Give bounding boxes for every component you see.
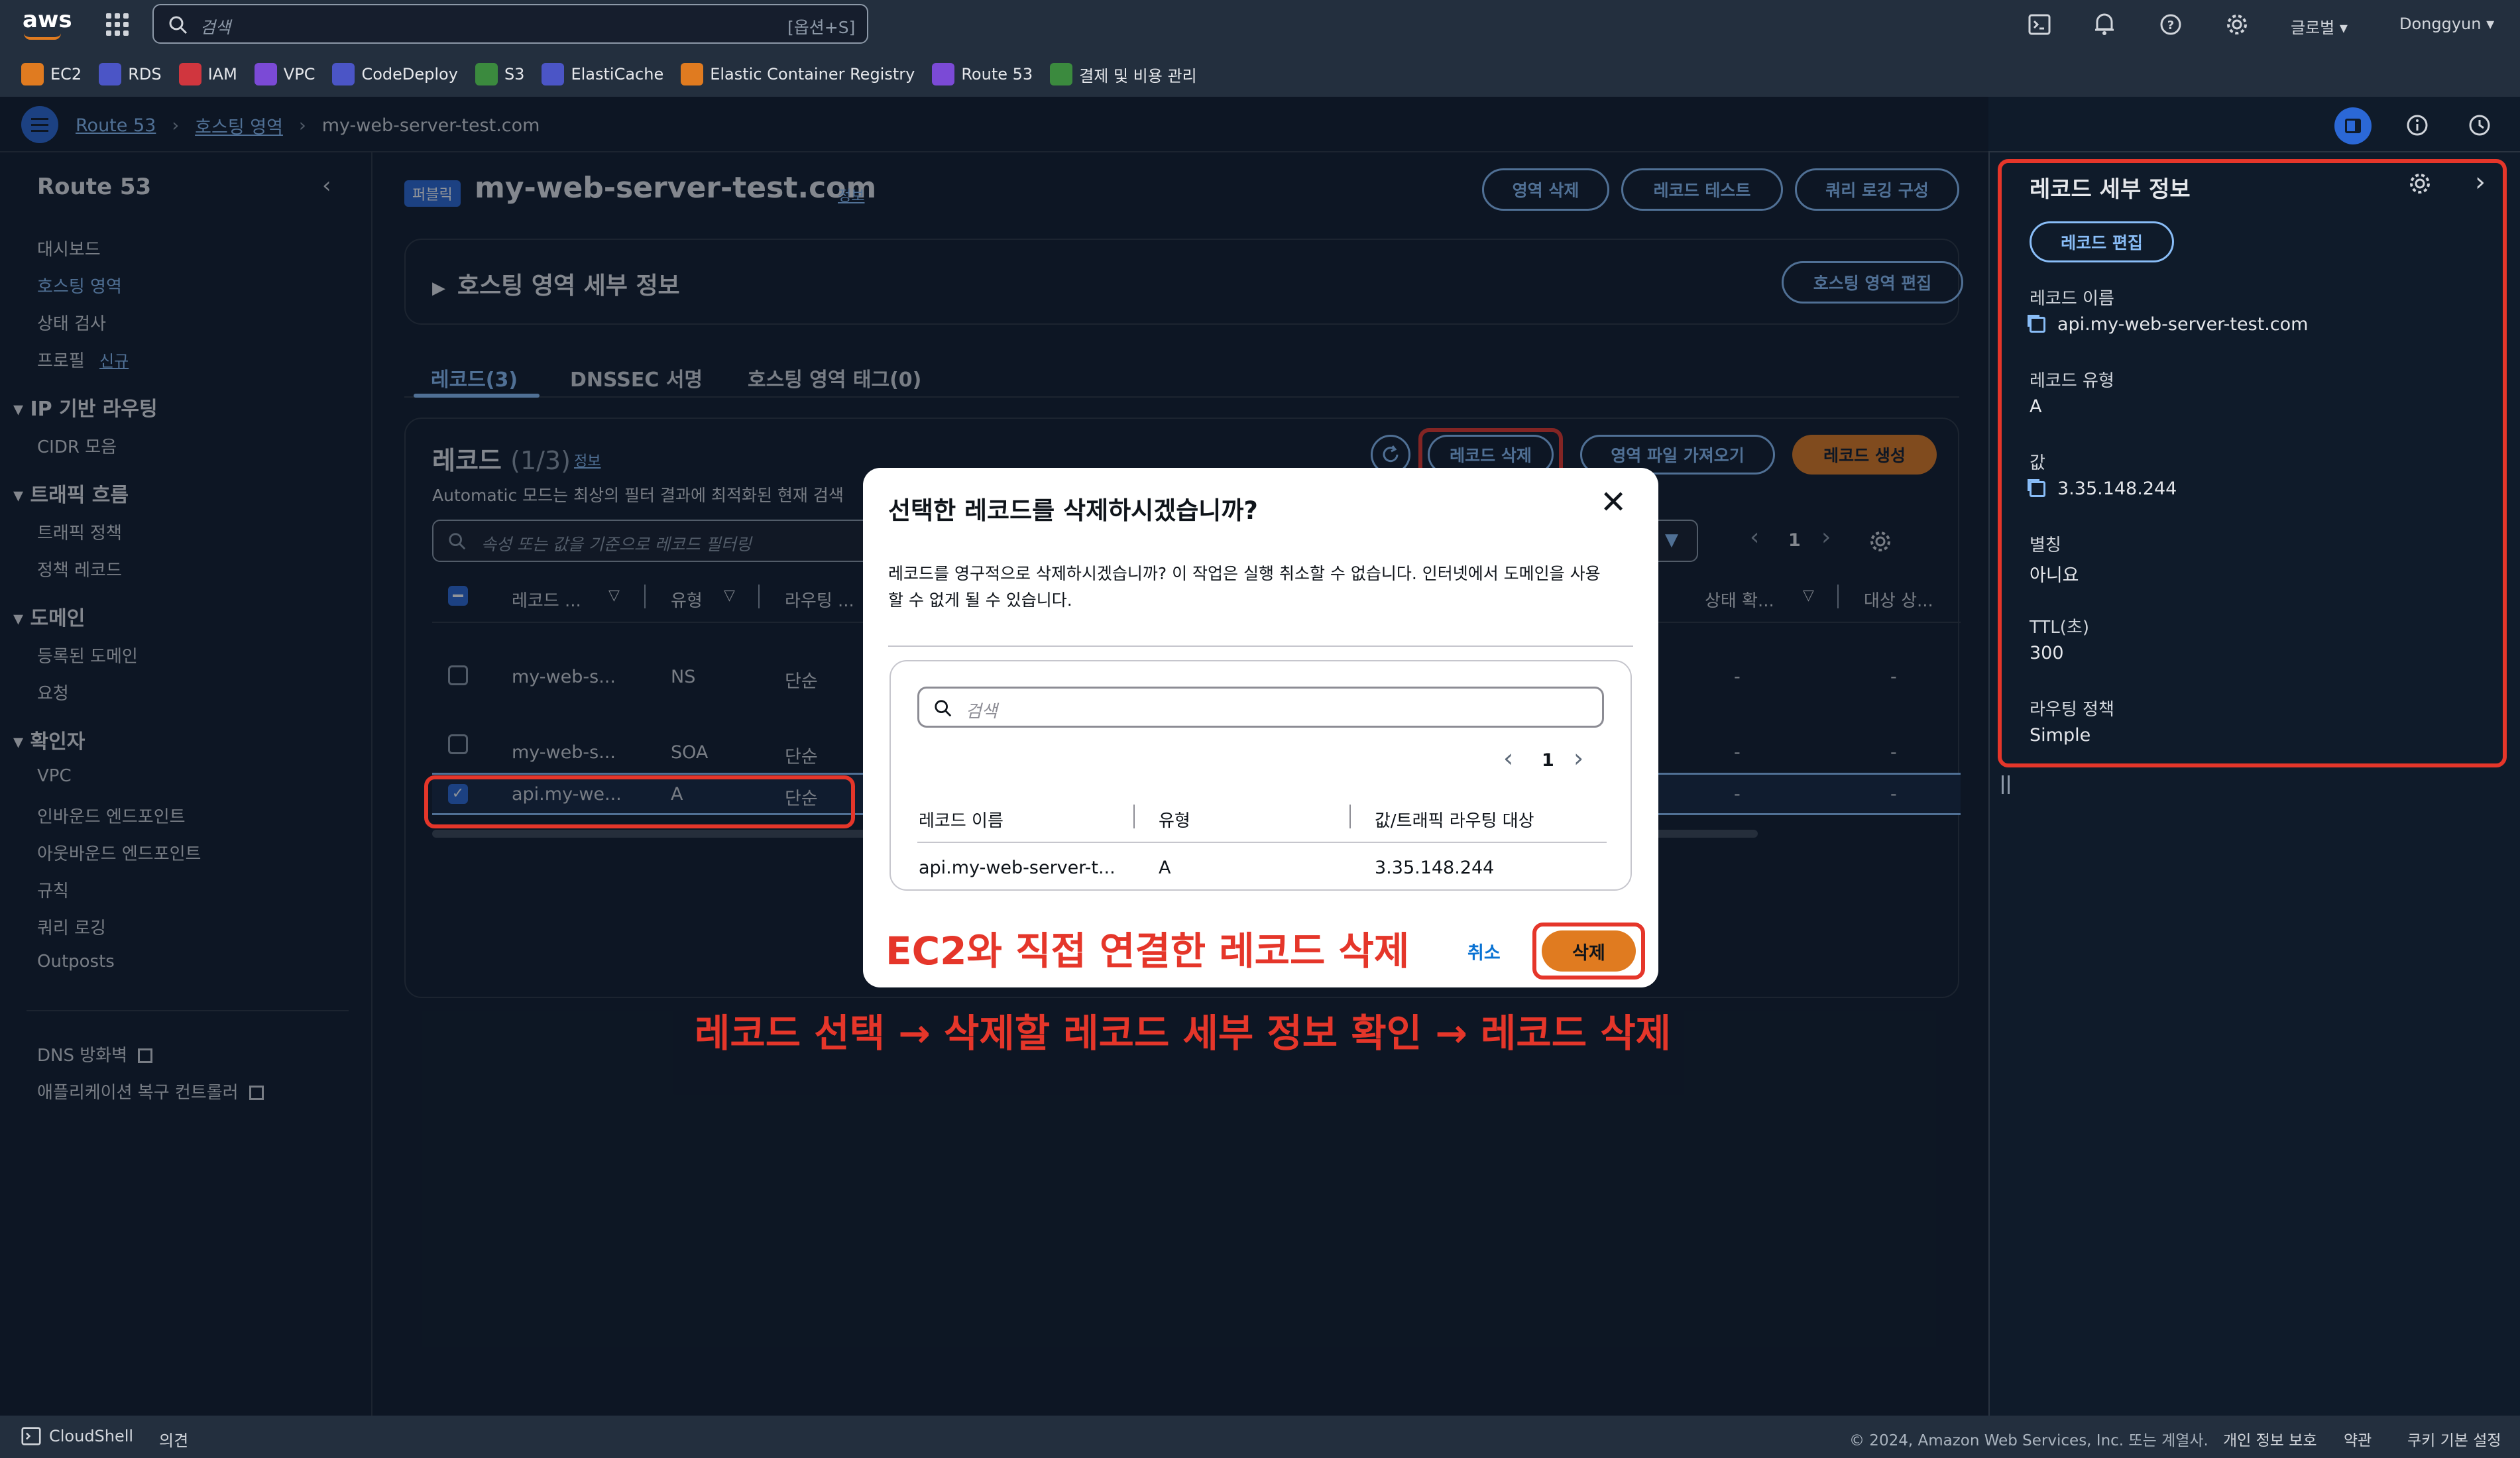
dialog-column-type: 유형 xyxy=(1159,811,1190,831)
service-icon xyxy=(178,63,201,85)
dialog-cancel-button[interactable]: 취소 xyxy=(1467,938,1501,964)
dialog-pagination-page[interactable]: 1 xyxy=(1542,750,1554,771)
dialog-cell-value: 3.35.148.244 xyxy=(1375,858,1495,878)
favorite-ec2[interactable]: EC2 xyxy=(21,61,82,87)
favorite-label: VPC xyxy=(283,65,315,84)
service-icon xyxy=(1050,63,1073,85)
favorite-vpc[interactable]: VPC xyxy=(254,61,315,87)
search-placeholder: 검색 xyxy=(200,18,231,37)
favorite-label: ElastiCache xyxy=(571,65,664,84)
dialog-search-placeholder: 검색 xyxy=(966,702,998,722)
dialog-close-icon[interactable]: ✕ xyxy=(1600,484,1627,521)
service-icon xyxy=(21,63,44,85)
user-menu[interactable]: Donggyun ▾ xyxy=(2399,15,2494,33)
dialog-table-divider xyxy=(917,842,1607,843)
dialog-pagination-next-icon[interactable]: › xyxy=(1574,744,1583,773)
footer: CloudShell 의견 © 2024, Amazon Web Service… xyxy=(0,1416,2520,1458)
dialog-cell-record-name: api.my-web-server-t... xyxy=(919,858,1116,878)
dialog-column-value: 값/트래픽 라우팅 대상 xyxy=(1375,811,1534,831)
service-icon xyxy=(332,63,355,85)
settings-gear-icon[interactable] xyxy=(2226,13,2248,36)
top-navigation: aws 검색 [옵션+S] ? 글로벌 ▾ Donggyun ▾ EC2 RDS I… xyxy=(0,0,2520,97)
feedback-link[interactable]: 의견 xyxy=(159,1428,188,1451)
history-icon[interactable] xyxy=(2468,114,2491,137)
selected-row-highlight xyxy=(424,775,855,828)
info-icon[interactable] xyxy=(2406,114,2429,137)
service-icon xyxy=(932,63,955,85)
favorites-bar: EC2 RDS IAM VPC CodeDeploy S3 ElastiCache Elast… xyxy=(0,49,2520,97)
service-icon xyxy=(475,63,498,85)
modal-caption-annotation: EC2와 직접 연결한 레코드 삭제 xyxy=(886,928,1410,974)
favorite-label: EC2 xyxy=(50,65,82,84)
steps-annotation: 레코드 선택 → 삭제할 레코드 세부 정보 확인 → 레코드 삭제 xyxy=(695,1011,1672,1056)
aws-logo[interactable]: aws xyxy=(23,7,72,33)
favorite-codedeploy[interactable]: CodeDeploy xyxy=(332,61,458,87)
favorite-label: Elastic Container Registry xyxy=(710,65,915,84)
favorite-elastic-container-registry[interactable]: Elastic Container Registry xyxy=(681,61,915,87)
dialog-body-line1: 레코드를 영구적으로 삭제하시겠습니까? 이 작업은 실행 취소할 수 없습니다… xyxy=(888,564,1601,583)
panel-resize-handle[interactable] xyxy=(2002,775,2010,794)
favorite-elasticache[interactable]: ElastiCache xyxy=(542,61,663,87)
favorite-[interactable]: 결제 및 비용 관리 xyxy=(1050,61,1197,87)
top-nav-row: aws 검색 [옵션+S] ? 글로벌 ▾ Donggyun ▾ xyxy=(0,0,2520,49)
column-divider xyxy=(1133,805,1135,828)
search-icon xyxy=(169,16,188,34)
favorite-label: 결제 및 비용 관리 xyxy=(1079,66,1197,85)
column-divider xyxy=(1349,805,1351,828)
services-grid-icon[interactable] xyxy=(106,13,129,36)
service-icon xyxy=(254,63,277,85)
dialog-title: 선택한 레코드를 삭제하시겠습니까? xyxy=(888,496,1258,525)
aws-smile-icon xyxy=(24,33,61,40)
favorite-rds[interactable]: RDS xyxy=(99,61,162,87)
split-panel-toggle[interactable] xyxy=(2334,107,2372,144)
help-icon[interactable]: ? xyxy=(2159,13,2182,36)
dialog-divider xyxy=(888,645,1633,647)
service-icon xyxy=(99,63,122,85)
favorite-iam[interactable]: IAM xyxy=(178,61,237,87)
delete-record-dialog: 선택한 레코드를 삭제하시겠습니까? ✕ 레코드를 영구적으로 삭제하시겠습니까… xyxy=(863,468,1658,987)
notifications-bell-icon[interactable] xyxy=(2093,12,2116,36)
svg-text:?: ? xyxy=(2167,19,2174,32)
dialog-search-input[interactable]: 검색 xyxy=(917,687,1604,728)
panel-icon xyxy=(2345,119,2361,133)
service-icon xyxy=(681,63,704,85)
privacy-link[interactable]: 개인 정보 보호 xyxy=(2223,1428,2317,1450)
dialog-records-table: 검색 ‹ 1 › 레코드 이름 유형 값/트래픽 라우팅 대상 api.my-w… xyxy=(889,660,1632,891)
copyright: © 2024, Amazon Web Services, Inc. 또는 계열사… xyxy=(1849,1432,2208,1449)
dialog-cell-type: A xyxy=(1159,858,1171,878)
dialog-body-line2: 할 수 없게 될 수 있습니다. xyxy=(888,590,1072,610)
dialog-delete-highlight xyxy=(1532,923,1645,980)
cloudshell-footer-button[interactable]: CloudShell xyxy=(21,1426,133,1446)
favorite-label: Route 53 xyxy=(961,65,1033,84)
favorite-route-53[interactable]: Route 53 xyxy=(932,61,1033,87)
favorite-label: RDS xyxy=(128,65,162,84)
favorite-label: S3 xyxy=(504,65,525,84)
favorite-label: CodeDeploy xyxy=(361,65,458,84)
cloudshell-icon[interactable] xyxy=(2028,13,2051,36)
record-details-highlight xyxy=(1998,159,2507,767)
region-selector[interactable]: 글로벌 ▾ xyxy=(2291,15,2348,38)
global-search-input[interactable]: 검색 [옵션+S] xyxy=(152,4,868,44)
dialog-column-record-name: 레코드 이름 xyxy=(919,811,1003,831)
favorites-list: EC2 RDS IAM VPC CodeDeploy S3 ElastiCache Elast… xyxy=(21,61,1197,87)
favorite-label: IAM xyxy=(207,65,237,84)
cookie-preferences-link[interactable]: 쿠키 기본 설정 xyxy=(2407,1428,2501,1450)
favorite-s3[interactable]: S3 xyxy=(475,61,525,87)
search-shortcut: [옵션+S] xyxy=(787,18,856,37)
service-icon xyxy=(542,63,565,85)
dialog-pagination-prev-icon[interactable]: ‹ xyxy=(1503,744,1513,773)
cloudshell-icon xyxy=(21,1427,41,1445)
terms-link[interactable]: 약관 xyxy=(2344,1428,2372,1450)
search-icon xyxy=(935,700,952,717)
